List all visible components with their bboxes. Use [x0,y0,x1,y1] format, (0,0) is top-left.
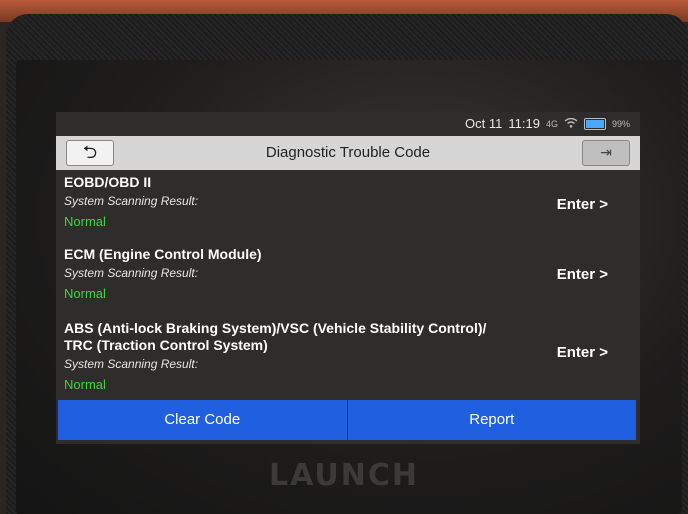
list-item[interactable]: ECM (Engine Control Module) System Scann… [64,246,634,303]
page-title: Diagnostic Trouble Code [265,144,431,161]
device-screen: Oct 11 11:19 4G 99% Diagnostic Trouble C… [56,112,640,444]
enter-button[interactable]: Enter > [557,196,608,213]
bottom-action-bar: Clear Code Report [58,400,636,440]
scan-result-status: Normal [64,214,106,229]
exit-button[interactable]: ⇥ [582,140,630,166]
scan-result-label: System Scanning Result: [64,194,199,208]
scan-result-label: System Scanning Result: [64,266,199,280]
system-list: EOBD/OBD II System Scanning Result: Norm… [56,170,640,400]
status-date: Oct 11 [465,116,503,131]
status-right: Oct 11 11:19 4G 99% [465,116,630,131]
report-button[interactable]: Report [347,400,636,440]
status-bar: Oct 11 11:19 4G 99% [56,112,640,136]
system-name: ABS (Anti-lock Braking System)/VSC (Vehi… [64,320,487,353]
signal-label: 4G [545,118,558,129]
battery-icon [583,117,606,130]
scan-result-status: Normal [64,377,106,392]
status-time: 11:19 [508,116,540,131]
brand-logo: LAUNCH [268,458,419,493]
back-arrow-icon: ⮌ [82,142,98,162]
exit-icon: ⇥ [600,144,612,160]
wifi-icon [564,116,578,131]
scan-result-status: Normal [64,286,106,301]
enter-button[interactable]: Enter > [557,266,608,283]
list-item[interactable]: EOBD/OBD II System Scanning Result: Norm… [64,174,634,231]
back-button[interactable]: ⮌ [66,140,114,166]
system-name: ECM (Engine Control Module) [64,246,262,262]
clear-code-button[interactable]: Clear Code [58,400,348,440]
battery-level: 99% [611,118,630,129]
list-item[interactable]: ABS (Anti-lock Braking System)/VSC (Vehi… [64,320,634,394]
title-bar: Diagnostic Trouble Code ⮌ ⇥ [56,136,640,170]
system-name: EOBD/OBD II [64,174,152,190]
scan-result-label: System Scanning Result: [64,357,199,371]
enter-button[interactable]: Enter > [557,344,608,361]
